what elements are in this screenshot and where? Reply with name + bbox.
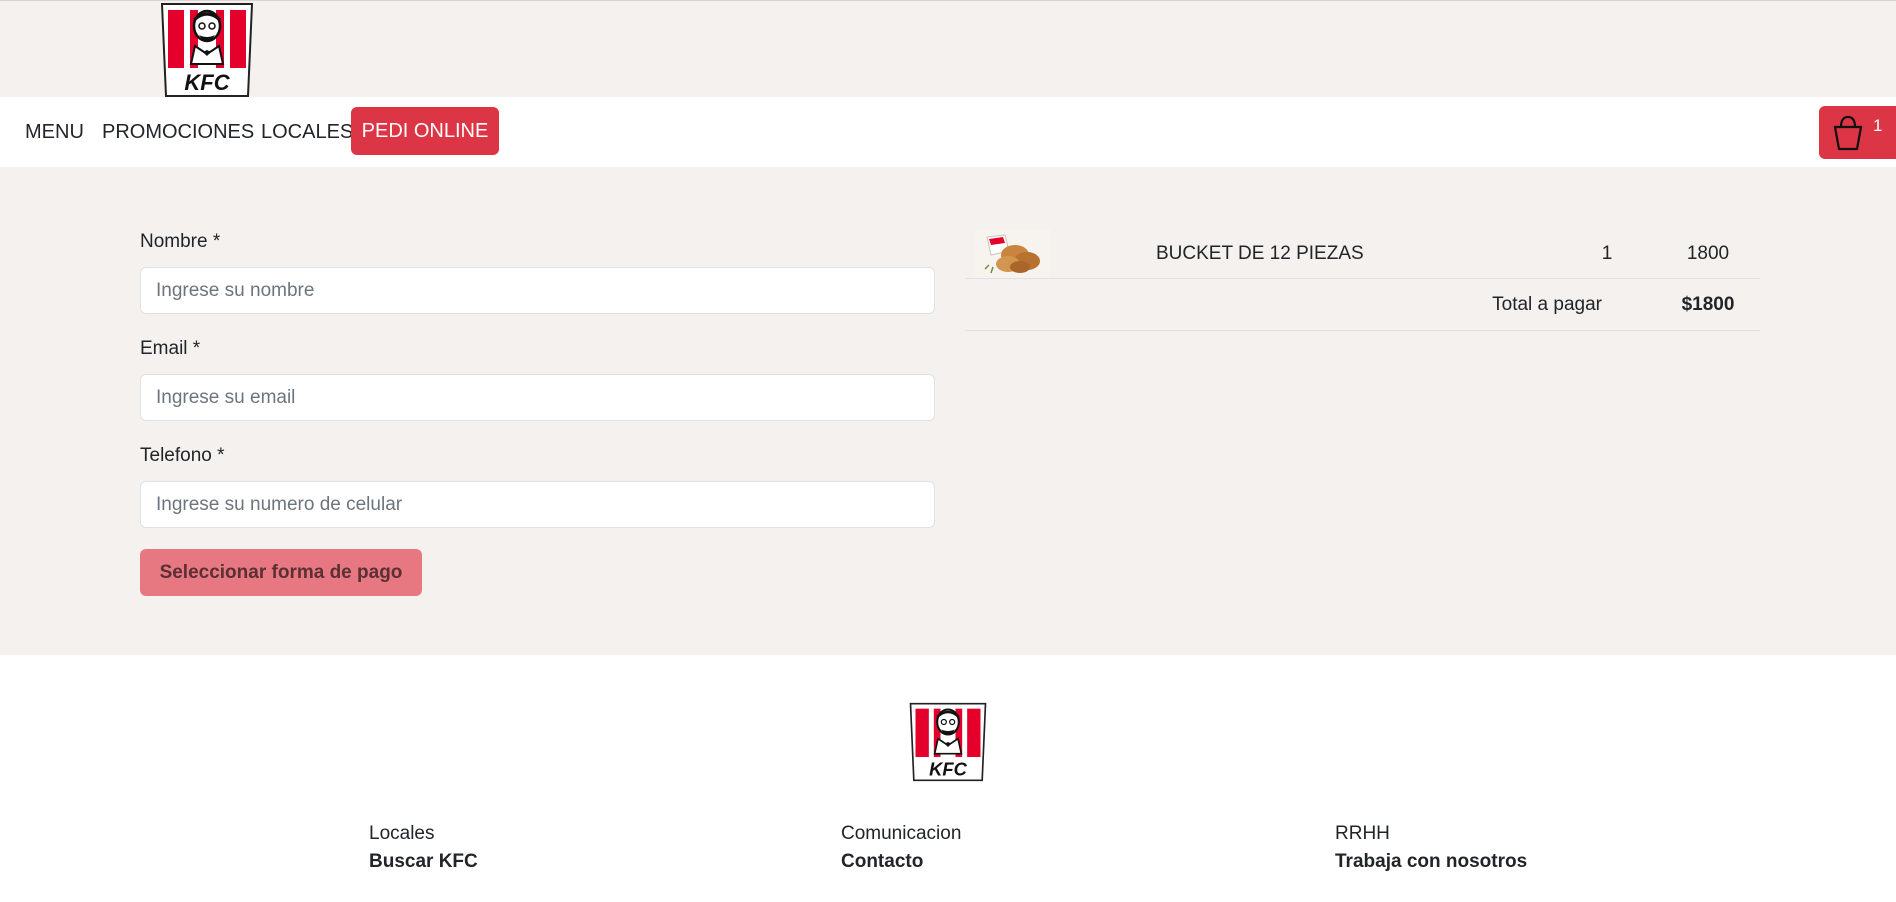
footer-heading: Locales bbox=[369, 823, 435, 844]
pedi-online-button[interactable]: PEDI ONLINE bbox=[351, 107, 499, 155]
cart-button[interactable]: 1 bbox=[1819, 106, 1896, 159]
buscar-kfc-link[interactable]: Buscar KFC bbox=[369, 851, 478, 873]
order-total-row: Total a pagar $1800 bbox=[965, 279, 1760, 331]
total-label: Total a pagar bbox=[1492, 294, 1602, 315]
kfc-logo[interactable]: KFC bbox=[159, 2, 255, 98]
top-header: KFC bbox=[0, 0, 1896, 97]
bucket-icon bbox=[1833, 115, 1863, 151]
svg-text:KFC: KFC bbox=[184, 70, 230, 95]
product-quantity: 1 bbox=[1601, 243, 1613, 264]
footer-column-locales: Locales Buscar KFC bbox=[369, 823, 478, 873]
phone-input[interactable] bbox=[140, 481, 935, 528]
name-input[interactable] bbox=[140, 267, 935, 314]
trabaja-con-nosotros-link[interactable]: Trabaja con nosotros bbox=[1335, 851, 1527, 873]
total-value: $1800 bbox=[1681, 294, 1735, 315]
order-item-row: BUCKET DE 12 PIEZAS 1 1800 bbox=[965, 220, 1760, 279]
footer-heading: Comunicacion bbox=[841, 823, 962, 844]
contacto-link[interactable]: Contacto bbox=[841, 851, 961, 873]
product-name: BUCKET DE 12 PIEZAS bbox=[1156, 243, 1364, 264]
footer-kfc-logo[interactable]: KFC bbox=[908, 702, 988, 782]
product-price: 1800 bbox=[1686, 243, 1730, 264]
main-navbar: MENU PROMOCIONES LOCALES PEDI ONLINE 1 bbox=[0, 97, 1896, 167]
nav-promociones-link[interactable]: PROMOCIONES bbox=[102, 97, 254, 167]
phone-label: Telefono * bbox=[140, 445, 225, 466]
svg-text:KFC: KFC bbox=[929, 758, 967, 779]
name-label: Nombre * bbox=[140, 231, 221, 252]
nav-menu-link[interactable]: MENU bbox=[25, 97, 84, 167]
product-image bbox=[975, 229, 1050, 278]
footer-heading: RRHH bbox=[1335, 823, 1390, 844]
email-label: Email * bbox=[140, 338, 201, 359]
nav-locales-link[interactable]: LOCALES bbox=[261, 97, 353, 167]
cart-count-badge: 1 bbox=[1873, 116, 1883, 135]
select-payment-button[interactable]: Seleccionar forma de pago bbox=[140, 549, 422, 596]
footer-column-rrhh: RRHH Trabaja con nosotros bbox=[1335, 823, 1527, 873]
email-input[interactable] bbox=[140, 374, 935, 421]
order-summary: BUCKET DE 12 PIEZAS 1 1800 Total a pagar… bbox=[965, 220, 1760, 331]
footer-column-comunicacion: Comunicacion Contacto bbox=[841, 823, 961, 873]
checkout-section: Nombre * Email * Telefono * Seleccionar … bbox=[0, 167, 1896, 655]
page-footer: KFC Locales Buscar KFC Comunicacion Cont… bbox=[0, 655, 1896, 902]
